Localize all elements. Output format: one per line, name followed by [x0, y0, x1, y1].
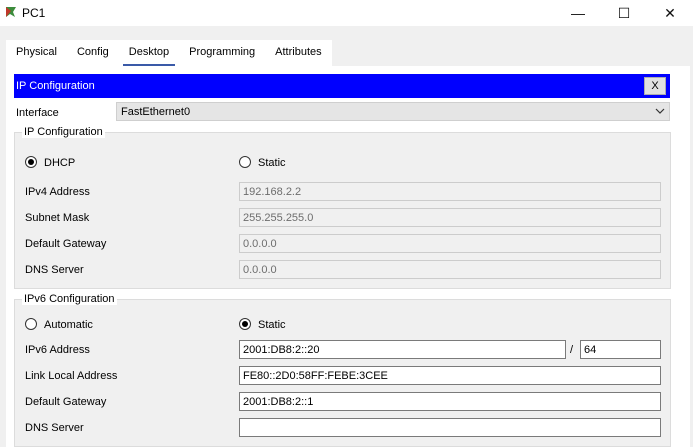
- ip-config-header: IP Configuration X: [14, 74, 670, 98]
- ipv4-group-label: IP Configuration: [22, 126, 105, 138]
- minimize-button[interactable]: —: [555, 0, 601, 26]
- dhcp-radio[interactable]: [25, 156, 37, 168]
- window-title: PC1: [22, 6, 46, 20]
- ipv6-address-label: IPv6 Address: [25, 344, 90, 356]
- automatic-label[interactable]: Automatic: [44, 319, 93, 331]
- close-app-button[interactable]: X: [644, 77, 666, 95]
- ipv4-dns-label: DNS Server: [25, 264, 84, 276]
- dhcp-label[interactable]: DHCP: [44, 157, 75, 169]
- minimize-icon: —: [571, 5, 585, 21]
- pc-app-icon: [6, 7, 16, 17]
- subnet-mask-label: Subnet Mask: [25, 212, 90, 224]
- ipv6-group-label: IPv6 Configuration: [22, 293, 117, 305]
- ipv4-address-field[interactable]: 192.168.2.2: [239, 182, 661, 201]
- tab-config[interactable]: Config: [67, 40, 119, 66]
- tab-desktop[interactable]: Desktop: [119, 40, 179, 66]
- link-local-label: Link Local Address: [25, 370, 118, 382]
- interface-select[interactable]: FastEthernet0: [116, 102, 670, 121]
- static-ipv6-label[interactable]: Static: [258, 319, 286, 331]
- prefix-length-field[interactable]: 64: [580, 340, 661, 359]
- prefix-slash: /: [570, 344, 574, 356]
- automatic-radio[interactable]: [25, 318, 37, 330]
- ipv6-gateway-field[interactable]: 2001:DB8:2::1: [239, 392, 661, 411]
- subnet-mask-field[interactable]: 255.255.255.0: [239, 208, 661, 227]
- ipv4-address-label: IPv4 Address: [25, 186, 90, 198]
- interface-label: Interface: [16, 107, 59, 119]
- tab-physical[interactable]: Physical: [6, 40, 67, 66]
- tab-attributes[interactable]: Attributes: [265, 40, 331, 66]
- maximize-button[interactable]: ☐: [601, 0, 647, 26]
- maximize-icon: ☐: [617, 4, 631, 21]
- ipv4-gateway-field[interactable]: 0.0.0.0: [239, 234, 661, 253]
- tab-list: Physical Config Desktop Programming Attr…: [6, 40, 332, 66]
- ip-config-title: IP Configuration: [16, 80, 95, 92]
- interface-value: FastEthernet0: [121, 106, 191, 118]
- ipv4-dns-field[interactable]: 0.0.0.0: [239, 260, 661, 279]
- close-icon: ✕: [664, 4, 676, 21]
- static-ipv4-radio[interactable]: [239, 156, 251, 168]
- link-local-field[interactable]: FE80::2D0:58FF:FEBE:3CEE: [239, 366, 661, 385]
- ipv6-dns-label: DNS Server: [25, 422, 84, 434]
- ipv6-address-field[interactable]: 2001:DB8:2::20: [239, 340, 566, 359]
- window-titlebar: PC1 — ☐ ✕: [0, 0, 693, 26]
- tab-strip: Physical Config Desktop Programming Attr…: [0, 26, 693, 66]
- ipv4-gateway-label: Default Gateway: [25, 238, 107, 250]
- static-ipv4-label[interactable]: Static: [258, 157, 286, 169]
- tab-programming[interactable]: Programming: [179, 40, 265, 66]
- static-ipv6-radio[interactable]: [239, 318, 251, 330]
- chevron-down-icon: [655, 108, 665, 114]
- ipv6-dns-field[interactable]: [239, 418, 661, 437]
- close-window-button[interactable]: ✕: [647, 0, 693, 26]
- ipv6-gateway-label: Default Gateway: [25, 396, 107, 408]
